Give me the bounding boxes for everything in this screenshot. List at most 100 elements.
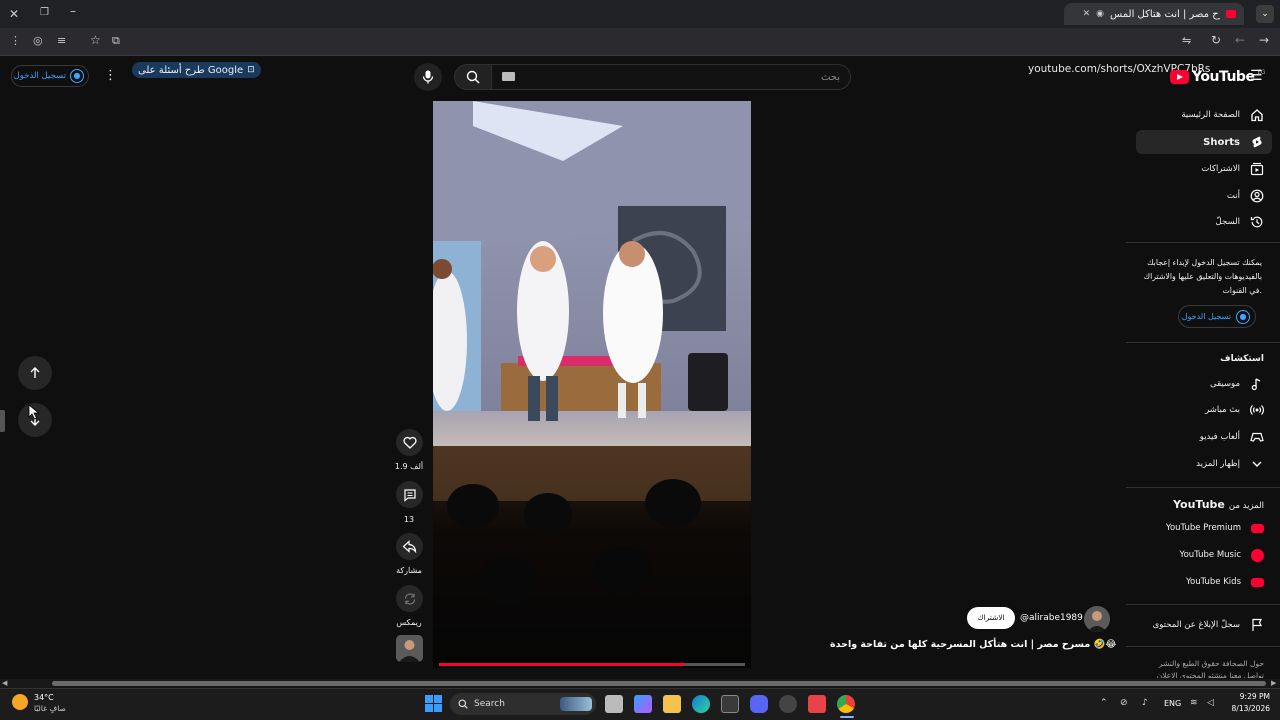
weather-temperature[interactable]: 34°C bbox=[34, 693, 54, 702]
task-view-icon[interactable] bbox=[605, 695, 623, 713]
language-indicator[interactable]: ENG bbox=[1164, 699, 1181, 708]
arrow-up-icon bbox=[30, 367, 40, 378]
volume-icon[interactable]: ◁ bbox=[1207, 698, 1214, 708]
sidebar-item-shorts[interactable]: Shorts bbox=[1136, 130, 1272, 154]
sidebar-item-youtube-premium[interactable]: YouTube Premium bbox=[1136, 516, 1280, 540]
mouse-cursor-icon bbox=[28, 404, 40, 420]
scroll-right-icon[interactable]: ▶ bbox=[1271, 679, 1276, 687]
keyboard-icon[interactable] bbox=[502, 72, 515, 81]
edge-scroll-handle[interactable] bbox=[0, 410, 5, 432]
remix-label: ريمكس bbox=[396, 618, 422, 627]
voice-search-button[interactable] bbox=[414, 63, 442, 91]
sidebar-item-label: بث مباشر bbox=[1205, 405, 1240, 415]
close-window-icon[interactable]: ✕ bbox=[9, 7, 19, 21]
sound-avatar[interactable] bbox=[396, 635, 423, 662]
clock-date[interactable]: 8/13/2026 bbox=[1222, 704, 1270, 713]
sidebar-item-subscriptions[interactable]: الاشتراكات bbox=[1136, 157, 1280, 181]
bookmark-star-icon[interactable]: ☆ bbox=[90, 33, 101, 47]
youtube-logo-text: YouTube bbox=[1192, 69, 1255, 85]
weather-description[interactable]: صافٍ غالبًا bbox=[34, 704, 66, 713]
sidebar-item-live[interactable]: بث مباشر bbox=[1136, 398, 1280, 422]
pocket-app-icon[interactable] bbox=[808, 695, 826, 713]
sidebar-item-history[interactable]: السجلّ bbox=[1136, 210, 1280, 234]
back-icon[interactable]: → bbox=[1259, 33, 1269, 47]
header-sign-in-label: تسجيل الدخول bbox=[13, 71, 66, 81]
sidebar-item-youtube-music[interactable]: YouTube Music bbox=[1136, 543, 1280, 567]
file-explorer-icon[interactable] bbox=[663, 695, 681, 713]
sidebar-sign-in-label: تسجيل الدخول bbox=[1181, 312, 1231, 321]
chrome-browser-icon[interactable] bbox=[837, 695, 855, 713]
scroll-left-icon[interactable]: ◀ bbox=[2, 679, 7, 687]
horizontal-scrollbar-thumb[interactable] bbox=[52, 681, 1266, 686]
sidebar-sign-in-button[interactable]: تسجيل الدخول ● bbox=[1178, 305, 1256, 328]
site-settings-icon[interactable]: ⇋ bbox=[1182, 34, 1191, 47]
video-progress-track[interactable] bbox=[439, 663, 745, 666]
discord-icon[interactable] bbox=[750, 695, 768, 713]
menu-dots-icon[interactable]: ⋮ bbox=[10, 34, 21, 47]
ask-google-button[interactable]: طرح أسئلة على Google ⊡ bbox=[132, 62, 261, 78]
network-off-icon[interactable]: ⊘ bbox=[1120, 698, 1128, 708]
close-tab-icon[interactable]: ✕ bbox=[1083, 9, 1091, 19]
tab-search-icon[interactable]: ⌄ bbox=[1256, 5, 1274, 23]
subscribe-button[interactable]: الاشتراك bbox=[967, 607, 1015, 629]
like-button[interactable] bbox=[396, 429, 423, 456]
browser-tab[interactable]: ✕ ◉ مسرح مصر | انت هتأكل المس... bbox=[1064, 3, 1244, 25]
sidebar-item-label: موسيقى bbox=[1209, 379, 1240, 389]
hamburger-menu-icon[interactable]: ☰ bbox=[1250, 68, 1263, 84]
channel-handle[interactable]: @alirabe1989 bbox=[1020, 613, 1083, 623]
sidebar-item-you[interactable]: أنت bbox=[1136, 184, 1280, 208]
sidebar-item-music[interactable]: موسيقى bbox=[1136, 372, 1280, 396]
footer-links-line[interactable]: تواصل معنا منشئو المحتوى الإعلان bbox=[1124, 670, 1264, 678]
forward-icon[interactable]: ← bbox=[1235, 33, 1245, 47]
install-app-icon[interactable]: ⧉ bbox=[112, 34, 120, 48]
header-sign-in-button[interactable]: تسجيل الدخول ● bbox=[11, 65, 89, 87]
sidebar-item-youtube-kids[interactable]: YouTube Kids bbox=[1136, 570, 1280, 594]
horizontal-scrollbar[interactable]: ◀ ▶ bbox=[0, 679, 1280, 688]
minimize-window-icon[interactable]: – bbox=[70, 4, 76, 18]
settings-gear-icon[interactable] bbox=[779, 695, 797, 713]
sidebar-item-gaming[interactable]: ألعاب فيديو bbox=[1136, 425, 1280, 449]
sidebar-item-label: Shorts bbox=[1203, 136, 1240, 148]
sidebar-item-label: YouTube Kids bbox=[1185, 577, 1241, 587]
sidebar-item-show-more[interactable]: إظهار المزيد bbox=[1136, 452, 1280, 476]
previous-short-button[interactable] bbox=[18, 356, 52, 390]
short-video-player[interactable] bbox=[433, 101, 751, 668]
taskbar-search-box[interactable]: Search bbox=[450, 693, 596, 715]
remix-button[interactable] bbox=[396, 585, 423, 612]
account-circle-icon: ● bbox=[70, 69, 84, 83]
copilot-icon[interactable] bbox=[634, 695, 652, 713]
clock-time[interactable]: 9:29 PM bbox=[1226, 692, 1270, 701]
microsoft-store-icon[interactable] bbox=[721, 695, 739, 713]
search-input[interactable]: بحث bbox=[491, 64, 851, 90]
windows-start-icon[interactable] bbox=[425, 695, 442, 712]
taskbar-search-label: Search bbox=[474, 699, 505, 709]
sidebar-item-label: إظهار المزيد bbox=[1196, 459, 1240, 469]
edge-browser-icon[interactable] bbox=[692, 695, 710, 713]
reload-icon[interactable]: ↻ bbox=[1211, 33, 1221, 47]
remix-icon bbox=[404, 592, 415, 605]
extensions-icon[interactable]: ≡ bbox=[57, 34, 66, 47]
profile-icon[interactable]: ◎ bbox=[33, 34, 43, 47]
comments-button[interactable] bbox=[396, 481, 423, 508]
sidebar-item-home[interactable]: الصفحة الرئيسية bbox=[1136, 103, 1280, 127]
search-button[interactable] bbox=[454, 64, 492, 90]
sidebar-item-report-history[interactable]: سجلّ الإبلاغ عن المحتوى bbox=[1136, 613, 1280, 637]
search-highlight-icon bbox=[560, 697, 592, 711]
tray-overflow-icon[interactable]: ⌃ bbox=[1100, 698, 1108, 708]
video-frame-image bbox=[433, 101, 751, 668]
tray-microphone-icon[interactable]: ♪ bbox=[1142, 698, 1148, 708]
restore-window-icon[interactable]: ❐ bbox=[40, 7, 49, 18]
tab-audio-icon[interactable]: ◉ bbox=[1096, 9, 1104, 19]
short-title: مسرح مصر | انت هتأكل المسرحية كلها من تف… bbox=[830, 639, 1117, 650]
more-from-heading: YouTube المزيد من bbox=[1173, 498, 1264, 511]
weather-sun-icon[interactable] bbox=[12, 694, 28, 710]
share-button[interactable] bbox=[396, 533, 423, 560]
sidebar-divider bbox=[1126, 342, 1280, 343]
channel-avatar[interactable] bbox=[1084, 606, 1110, 632]
settings-dots-icon[interactable]: ⋮ bbox=[104, 68, 117, 83]
gaming-icon bbox=[1250, 432, 1264, 442]
wifi-icon[interactable]: ≋ bbox=[1190, 698, 1198, 708]
sidebar-item-label: الاشتراكات bbox=[1201, 164, 1240, 174]
footer-links-line[interactable]: حول الصحافة حقوق الطبع والنشر bbox=[1124, 658, 1264, 670]
comment-count: 13 bbox=[403, 515, 415, 524]
